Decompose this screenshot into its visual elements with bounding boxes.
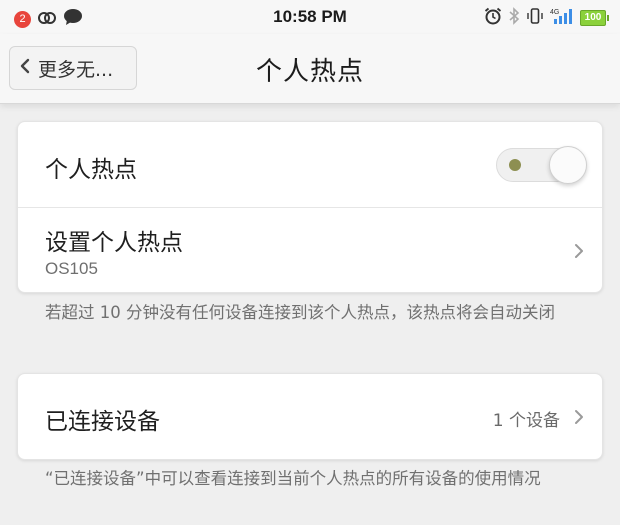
hotspot-setup-label: 设置个人热点	[45, 230, 183, 256]
chevron-right-icon	[574, 409, 584, 429]
toggle-indicator-dot	[509, 159, 521, 171]
hotspot-toggle-row: 个人热点	[18, 122, 602, 208]
alarm-clock-icon	[484, 7, 502, 29]
auto-off-note: 若超过 10 分钟没有任何设备连接到该个人热点，该热点将会自动关闭	[45, 303, 555, 322]
connected-devices-card: 已连接设备 1 个设备	[17, 373, 603, 460]
connected-devices-row[interactable]: 已连接设备 1 个设备	[18, 374, 602, 461]
network-type-label: 4G	[550, 9, 559, 16]
battery-icon: 100	[580, 10, 609, 26]
hotspot-setup-row[interactable]: 设置个人热点 OS105	[18, 208, 602, 294]
toggle-knob	[549, 146, 587, 184]
status-right-icons: 4G 100	[484, 7, 609, 29]
hotspot-card: 个人热点 设置个人热点 OS105	[17, 121, 603, 293]
device-count: 1 个设备	[492, 411, 560, 431]
connected-devices-label: 已连接设备	[45, 409, 160, 435]
title-bar: 更多无... 个人热点	[0, 34, 620, 104]
bluetooth-icon	[508, 7, 520, 29]
hotspot-ssid: OS105	[45, 259, 98, 278]
vibrate-icon	[526, 7, 544, 29]
hotspot-toggle-label: 个人热点	[45, 157, 137, 183]
connected-devices-note: “已连接设备”中可以查看连接到当前个人热点的所有设备的使用情况	[45, 469, 541, 488]
page-title: 个人热点	[255, 57, 364, 87]
hotspot-toggle-switch[interactable]	[496, 146, 587, 184]
status-bar: 2 10:58 PM 4G 100	[0, 0, 620, 34]
signal-icon: 4G	[550, 7, 574, 29]
chevron-right-icon	[574, 243, 584, 263]
